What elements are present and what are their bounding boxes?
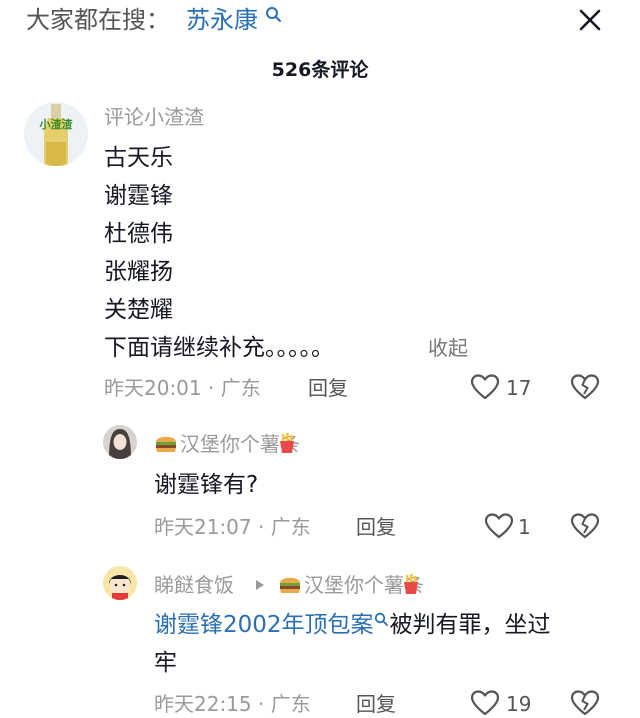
reply-text: 被判有罪，坐过 xyxy=(389,612,551,638)
comment-username[interactable]: 评论小渣渣 xyxy=(104,103,204,131)
comment-line: 张耀扬 xyxy=(104,259,173,285)
like-count: 19 xyxy=(506,692,532,716)
trending-search-link[interactable]: 苏永康 xyxy=(186,4,258,36)
comment-line: 关楚耀 xyxy=(104,297,173,323)
cartoon-avatar-image xyxy=(103,566,137,600)
comment-line: 下面请继续补充。。。。。 xyxy=(104,335,334,361)
reply-button[interactable]: 回复 xyxy=(308,374,348,402)
like-count: 17 xyxy=(506,376,532,400)
comment-line: 谢霆锋 xyxy=(104,183,173,209)
dislike-heart-icon[interactable] xyxy=(570,373,600,401)
heart-icon[interactable] xyxy=(470,689,500,717)
comment-time-location: 昨天20:01 · 广东 xyxy=(104,376,261,400)
search-keyword-link[interactable]: 谢霆锋2002年顶包案 xyxy=(154,612,374,638)
heart-icon[interactable] xyxy=(470,373,500,401)
burger-emoji xyxy=(280,577,300,593)
avatar[interactable] xyxy=(103,425,137,459)
reply-text: 谢霆锋有? xyxy=(154,472,259,498)
collapse-button[interactable]: 收起 xyxy=(428,334,468,362)
reply-button[interactable]: 回复 xyxy=(356,513,396,541)
search-icon[interactable] xyxy=(265,6,283,24)
avatar[interactable] xyxy=(103,566,137,600)
search-icon[interactable] xyxy=(374,612,390,628)
heart-icon[interactable] xyxy=(484,512,514,540)
bottle-avatar-image xyxy=(24,102,88,166)
reply-button[interactable]: 回复 xyxy=(356,690,396,718)
comment-count-title: 526条评论 xyxy=(271,59,369,81)
avatar-label: 小渣渣 xyxy=(36,116,76,132)
burger-emoji xyxy=(156,436,176,452)
fries-emoji xyxy=(280,433,294,453)
reply-text-line: 谢霆锋2002年顶包案 被判有罪，坐过 xyxy=(154,606,551,644)
reply-time-location: 昨天21:07 · 广东 xyxy=(154,515,311,539)
avatar-text: 小渣渣 xyxy=(39,118,73,131)
dislike-heart-icon[interactable] xyxy=(570,689,600,717)
play-arrow-icon xyxy=(256,580,264,590)
portrait-avatar-image xyxy=(103,425,137,459)
reply-text-line2: 牢 xyxy=(154,650,177,676)
trending-search-label: 大家都在搜： xyxy=(26,6,170,34)
fries-emoji xyxy=(404,574,418,594)
dislike-heart-icon[interactable] xyxy=(570,512,600,540)
comment-line: 杜德伟 xyxy=(104,221,173,247)
avatar[interactable] xyxy=(24,102,88,166)
reply-time-location: 昨天22:15 · 广东 xyxy=(154,692,311,716)
close-icon[interactable] xyxy=(574,4,606,36)
like-count: 1 xyxy=(518,515,531,539)
reply-username[interactable]: 睇餸食饭 xyxy=(154,571,234,599)
comment-line: 古天乐 xyxy=(104,145,173,171)
top-bar: 大家都在搜： 苏永康 xyxy=(0,0,640,44)
